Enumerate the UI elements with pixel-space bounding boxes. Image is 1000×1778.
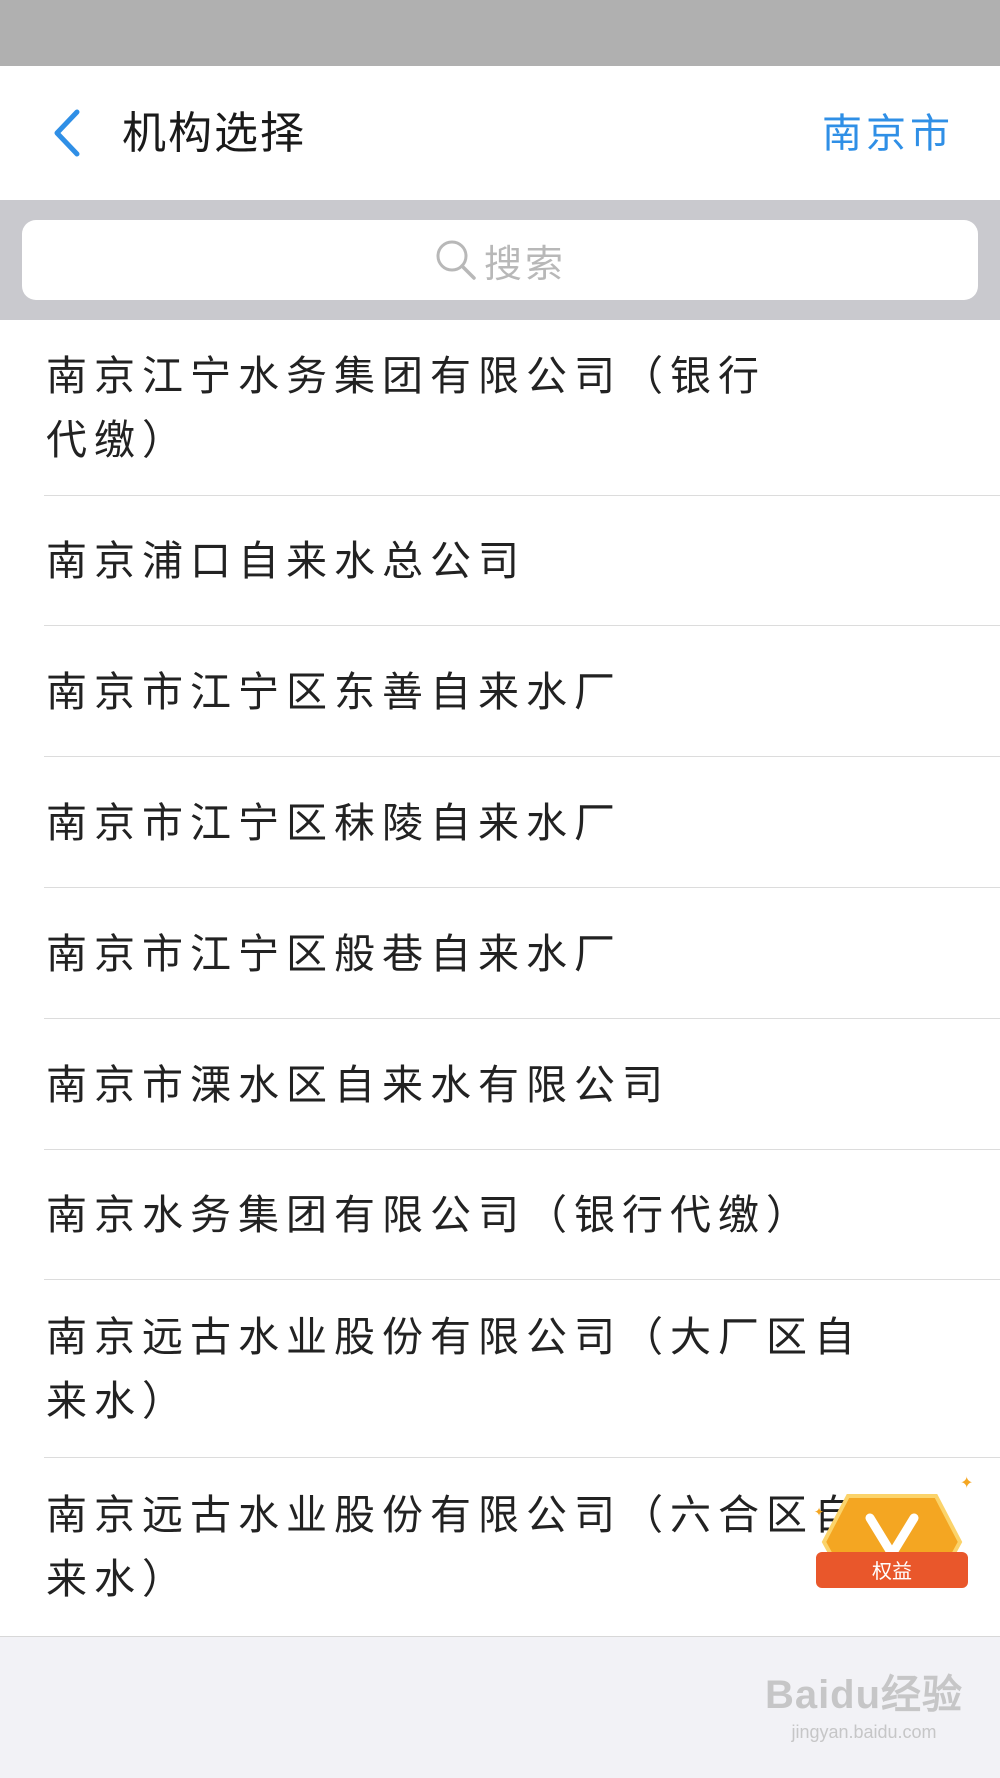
institution-name: 南京市江宁区般巷自来水厂 [46,929,622,978]
list-item[interactable]: 南京浦口自来水总公司 [0,496,1000,626]
back-button[interactable] [36,100,96,166]
institution-name: 南京江宁水务集团有限公司（银行代缴） [46,352,766,464]
list-item[interactable]: 南京市江宁区般巷自来水厂 [0,888,1000,1019]
list-item[interactable]: 南京远古水业股份有限公司（大厂区自来水） [0,1280,1000,1458]
watermark-logo: Baidu经验 [764,1673,964,1717]
list-item[interactable]: 南京市溧水区自来水有限公司 [0,1019,1000,1150]
list-item[interactable]: 南京市江宁区秣陵自来水厂 [0,757,1000,888]
search-bar-container: 搜索 [0,200,1000,320]
search-input[interactable]: 搜索 [22,220,978,300]
list-item[interactable]: 南京市江宁区东善自来水厂 [0,626,1000,757]
nav-bar: 机构选择 南京市 [0,66,1000,200]
institution-name: 南京市溧水区自来水有限公司 [46,1060,670,1109]
institution-name: 南京市江宁区东善自来水厂 [46,667,622,716]
chevron-left-icon [54,109,80,157]
status-bar [0,0,1000,66]
page-title: 机构选择 [122,108,306,159]
v-badge-icon: 权益 ✦ ✦ [814,1473,973,1588]
institution-name: 南京远古水业股份有限公司（大厂区自来水） [46,1313,862,1425]
search-icon [436,240,476,280]
city-selector-button[interactable]: 南京市 [822,106,954,162]
institution-name: 南京浦口自来水总公司 [46,537,526,585]
list-item[interactable]: 南京水务集团有限公司（银行代缴） [0,1150,1000,1280]
institution-list: 南京江宁水务集团有限公司（银行代缴） 南京浦口自来水总公司 南京市江宁区东善自来… [0,320,1000,1636]
search-placeholder: 搜索 [483,241,566,286]
svg-text:✦: ✦ [960,1474,972,1492]
watermark-url: jingyan.baidu.com [791,1722,937,1742]
baidu-jingyan-watermark: Baidu经验 jingyan.baidu.com [764,1662,964,1752]
list-item[interactable]: 南京江宁水务集团有限公司（银行代缴） [0,320,1000,496]
institution-name: 南京市江宁区秣陵自来水厂 [46,798,622,847]
badge-label: 权益 [872,1559,912,1583]
rights-badge-button[interactable]: 权益 ✦ ✦ [812,1473,973,1614]
institution-name: 南京水务集团有限公司（银行代缴） [46,1191,814,1239]
institution-name: 南京远古水业股份有限公司（六合区自来水） [46,1491,862,1603]
svg-text:✦: ✦ [814,1505,824,1519]
